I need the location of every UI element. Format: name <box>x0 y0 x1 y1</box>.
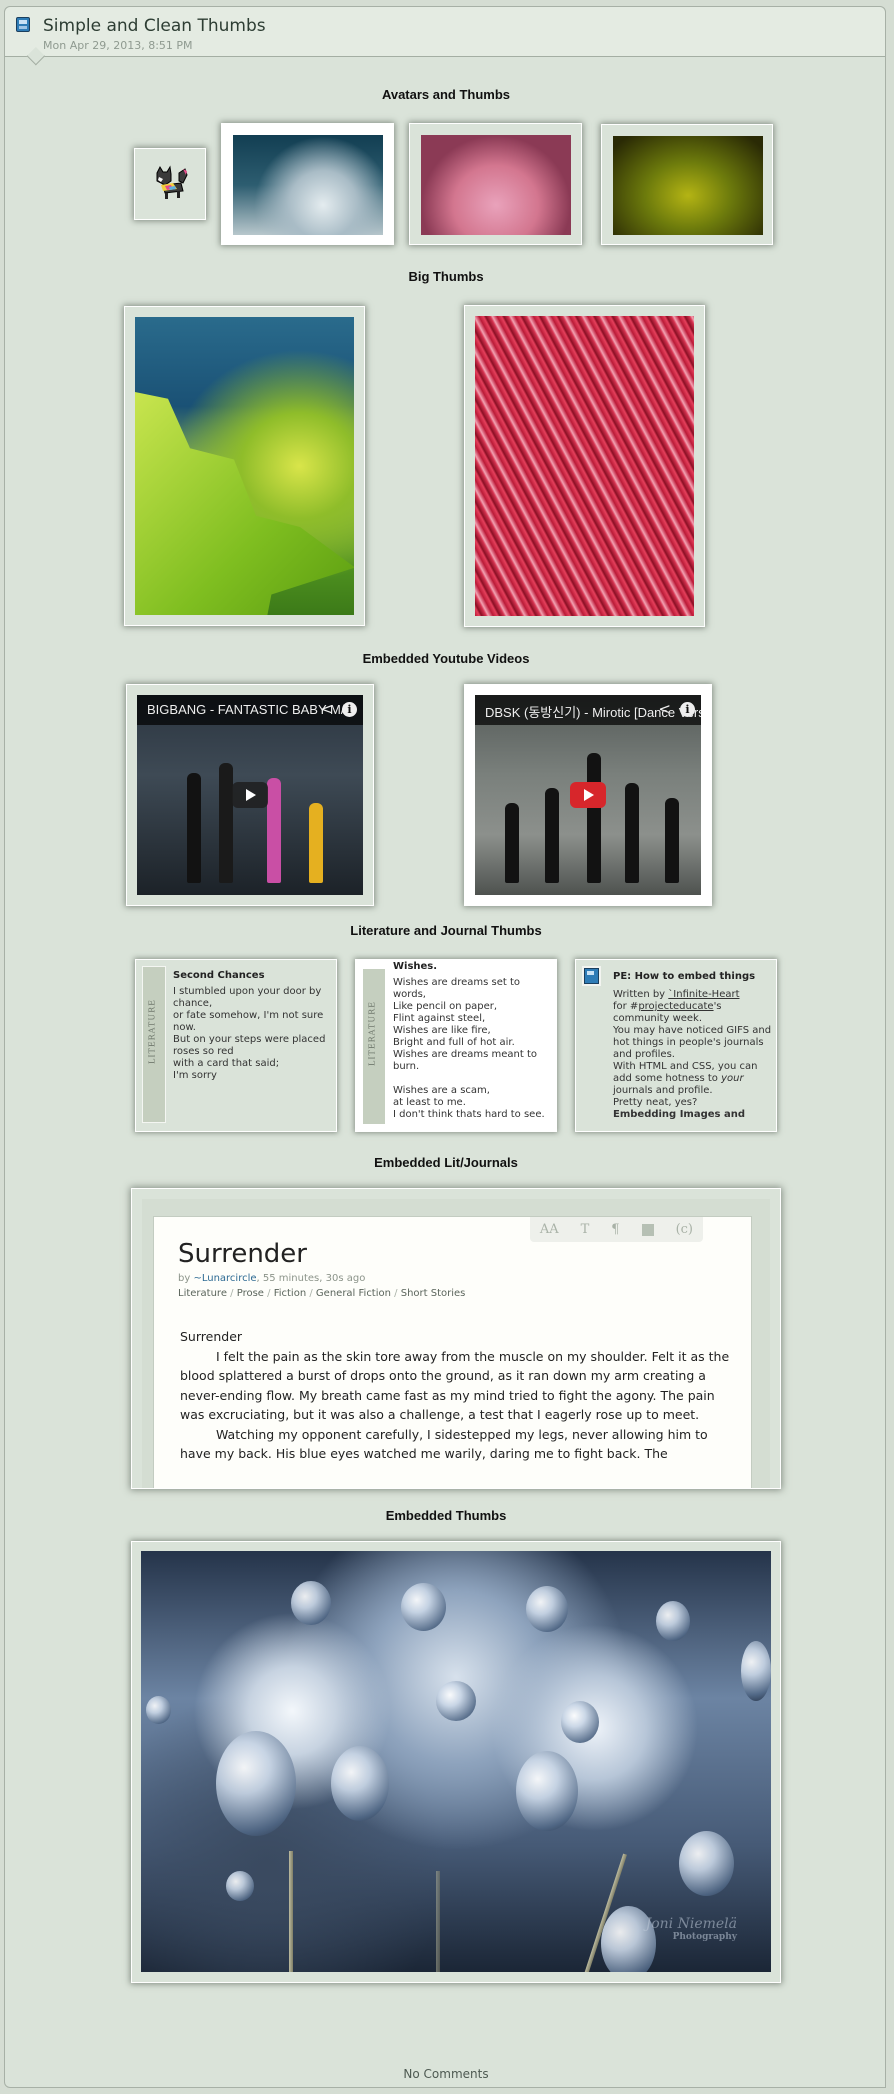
info-icon[interactable]: i <box>680 702 695 717</box>
lit-thumb-wishes[interactable]: LITERATURE Wishes. Wishes are dreams set… <box>355 959 557 1132</box>
journal-thumb-pe[interactable]: PE: How to embed things Written by `Infi… <box>575 959 777 1132</box>
journal-icon <box>582 966 601 986</box>
avatar-thumb[interactable] <box>134 148 206 220</box>
lit-heading: Surrender <box>180 1329 243 1344</box>
category-link[interactable]: Literature <box>178 1288 227 1299</box>
journal-excerpt: Written by `Infinite-Heart for #projecte… <box>613 989 773 1121</box>
group-link[interactable]: projecteducate <box>638 1001 713 1012</box>
play-button[interactable] <box>232 782 268 808</box>
avatar-image <box>156 165 188 199</box>
video-embed-2: DBSK (동방신기) - Mirotic [Dance Version] < … <box>464 684 712 906</box>
video-title-bar: DBSK (동방신기) - Mirotic [Dance Version] < … <box>475 695 701 725</box>
embedded-lit-frame: AA T ¶ (c) Surrender by ~Lunarcircle, 55… <box>131 1188 781 1489</box>
video-player[interactable]: DBSK (동방신기) - Mirotic [Dance Version] < … <box>475 695 701 895</box>
lit-byline: by ~Lunarcircle, 55 minutes, 30s ago <box>178 1273 365 1284</box>
journal-header: Simple and Clean Thumbs Mon Apr 29, 2013… <box>5 7 885 57</box>
share-icon[interactable]: < <box>658 700 671 718</box>
lit-paragraph: Watching my opponent carefully, I sidest… <box>180 1426 708 1462</box>
big-thumb-leaf[interactable] <box>124 306 365 626</box>
author-link[interactable]: `Infinite-Heart <box>668 989 739 1000</box>
copyright-icon[interactable]: (c) <box>676 1222 693 1237</box>
font-size-icon[interactable]: AA <box>540 1222 559 1237</box>
info-icon[interactable]: i <box>342 702 357 717</box>
category-link[interactable]: Prose <box>237 1288 264 1299</box>
thumb-image <box>421 135 571 235</box>
lit-body: Surrender I felt the pain as the skin to… <box>180 1327 735 1464</box>
font-face-icon[interactable]: T <box>581 1222 590 1237</box>
embedded-lit-viewport[interactable]: AA T ¶ (c) Surrender by ~Lunarcircle, 55… <box>142 1199 770 1488</box>
lit-paper: AA T ¶ (c) Surrender by ~Lunarcircle, 55… <box>153 1216 752 1488</box>
lit-paragraph: I felt the pain as the skin tore away fr… <box>180 1348 730 1423</box>
journal-icon <box>16 17 30 32</box>
thumb-dew-drops[interactable] <box>221 123 394 245</box>
comments-link[interactable]: No Comments <box>5 2067 887 2081</box>
category-link[interactable]: General Fiction <box>316 1288 391 1299</box>
background-toggle-icon[interactable] <box>641 1223 654 1236</box>
embedded-thumb-image: Joni Niemelä Photography <box>141 1551 771 1972</box>
author-link[interactable]: ~Lunarcircle <box>193 1273 256 1284</box>
journal-text: You may have noticed GIFS and hot things… <box>613 1025 772 1084</box>
play-button[interactable] <box>570 782 606 808</box>
journal-title[interactable]: Simple and Clean Thumbs <box>43 16 266 36</box>
section-title-big-thumbs: Big Thumbs <box>408 269 484 284</box>
lit-toolbar: AA T ¶ (c) <box>529 1217 703 1242</box>
lit-thumb-second-chances[interactable]: LITERATURE Second Chances I stumbled upo… <box>135 959 337 1132</box>
journal-text: journals and profile. Pretty neat, yes? <box>613 1085 713 1108</box>
spine-label: LITERATURE <box>147 999 157 1064</box>
category-link[interactable]: Fiction <box>274 1288 306 1299</box>
video-embed-1: BIGBANG - FANTASTIC BABY M/V < i <box>126 684 374 906</box>
lit-excerpt: Wishes are dreams set to words, Like pen… <box>393 977 545 1120</box>
literature-spine: LITERATURE <box>362 968 386 1125</box>
spine-label: LITERATURE <box>367 1001 377 1066</box>
section-title-embedded-lit: Embedded Lit/Journals <box>374 1155 518 1170</box>
literature-spine: LITERATURE <box>142 966 166 1123</box>
section-title-lit-journal: Literature and Journal Thumbs <box>350 923 542 938</box>
share-icon[interactable]: < <box>320 700 333 718</box>
thumb-image <box>475 316 694 616</box>
section-title-embedded-thumbs: Embedded Thumbs <box>385 1508 507 1523</box>
photographer-watermark: Joni Niemelä Photography <box>645 1916 737 1942</box>
category-breadcrumb: Literature / Prose / Fiction / General F… <box>178 1288 466 1299</box>
thumb-image <box>233 135 383 235</box>
lit-title: Wishes. <box>393 961 438 972</box>
thumb-image <box>135 317 354 615</box>
lit-title[interactable]: Surrender <box>178 1239 307 1269</box>
journal-emphasis: your <box>721 1073 744 1084</box>
posted-time: , 55 minutes, 30s ago <box>256 1273 366 1284</box>
thumb-moss[interactable] <box>601 124 773 245</box>
journal-panel: Simple and Clean Thumbs Mon Apr 29, 2013… <box>4 6 886 2088</box>
written-by-label: Written by <box>613 989 669 1000</box>
journal-bold-text: Embedding Images and <box>613 1109 745 1120</box>
for-label: for # <box>613 1001 639 1012</box>
lit-excerpt: I stumbled upon your door by chance, or … <box>173 986 326 1081</box>
category-link[interactable]: Short Stories <box>401 1288 466 1299</box>
section-title-avatars: Avatars and Thumbs <box>381 87 511 102</box>
by-label: by <box>178 1273 194 1284</box>
journal-date: Mon Apr 29, 2013, 8:51 PM <box>43 39 193 52</box>
paragraph-icon[interactable]: ¶ <box>611 1222 619 1237</box>
thumb-image <box>613 136 763 235</box>
lit-title: Second Chances <box>173 970 265 981</box>
video-player[interactable]: BIGBANG - FANTASTIC BABY M/V < i <box>137 695 363 895</box>
embedded-thumb-frame[interactable]: Joni Niemelä Photography <box>131 1541 781 1983</box>
journal-title: PE: How to embed things <box>613 971 756 982</box>
thumb-pink-petal[interactable] <box>409 123 582 245</box>
big-thumb-red[interactable] <box>464 305 705 627</box>
video-title-bar: BIGBANG - FANTASTIC BABY M/V < i <box>137 695 363 725</box>
section-title-youtube: Embedded Youtube Videos <box>362 651 530 666</box>
